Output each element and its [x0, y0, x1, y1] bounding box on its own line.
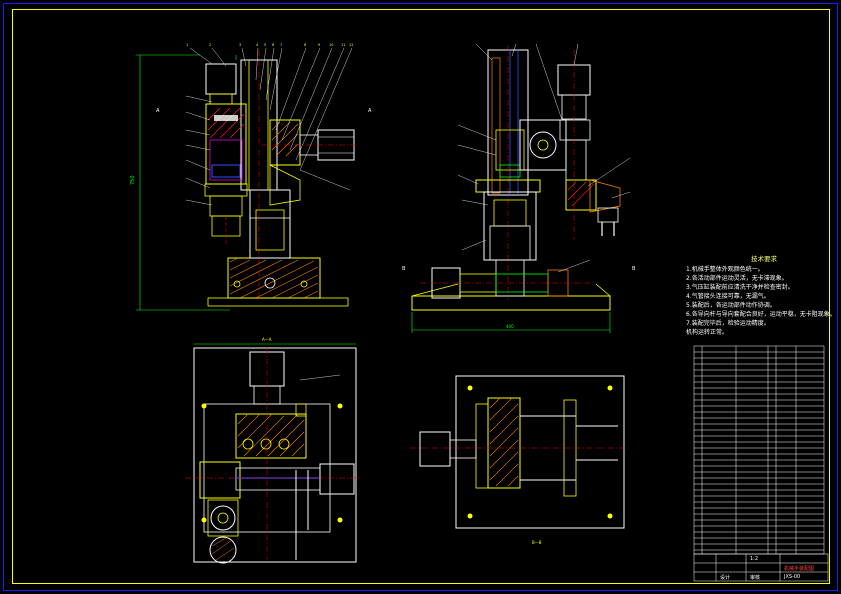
note-line: 1.机械手整体外观颜色统一。 [686, 266, 764, 273]
title-block-check: 审核 [750, 575, 761, 581]
title-block-scale: 1:2 [750, 556, 759, 562]
svg-text:3: 3 [239, 43, 241, 47]
title-block-name: 机械手装配图 [784, 566, 815, 572]
note-line: 6.各导向杆与导向套配合良好，运动平稳，无卡阻现象。 [686, 311, 836, 318]
section-view: B—B [410, 375, 630, 545]
svg-text:1: 1 [186, 43, 188, 47]
title-block-number: JXS-00 [784, 574, 801, 580]
note-line: 3.气压缸装配前应清洗干净并检查密封。 [686, 284, 794, 291]
svg-text:B—B: B—B [532, 540, 542, 545]
side-view: 400 B B [402, 43, 636, 333]
note-line: 机构运转正常。 [686, 329, 729, 336]
svg-text:400: 400 [506, 324, 514, 329]
svg-text:10: 10 [329, 43, 333, 47]
parts-list [693, 345, 825, 555]
svg-text:B: B [632, 266, 636, 272]
note-line: 7.装配完毕后，检验运动精度。 [686, 320, 770, 327]
svg-text:A—A: A—A [262, 337, 272, 342]
title-block-design: 设计 [720, 575, 731, 581]
svg-text:4: 4 [256, 43, 259, 47]
svg-text:A: A [368, 108, 372, 114]
note-line: 4.气管接头连接可靠，无漏气。 [686, 293, 770, 300]
note-line: 5.装配后，各运动部件动作协调。 [686, 302, 776, 309]
svg-text:7: 7 [280, 43, 282, 47]
main-view: 750 1 2 3 4 5 6 7 8 9 10 11 12 A A [130, 43, 372, 311]
svg-text:2: 2 [209, 43, 211, 47]
svg-text:B: B [402, 266, 406, 272]
svg-text:11: 11 [341, 43, 345, 47]
technical-notes: 技术要求 1.机械手整体外观颜色统一。 2.各活动部件运动灵活，无卡滞现象。 3… [686, 255, 836, 337]
top-view: A—A [185, 337, 360, 564]
notes-title: 技术要求 [751, 255, 777, 263]
svg-text:12: 12 [349, 43, 353, 47]
note-line: 2.各活动部件运动灵活，无卡滞现象。 [686, 275, 788, 282]
svg-text:8: 8 [304, 43, 306, 47]
svg-text:9: 9 [318, 43, 320, 47]
svg-text:750: 750 [130, 175, 136, 185]
svg-text:6: 6 [272, 43, 274, 47]
svg-text:5: 5 [264, 43, 266, 47]
svg-text:A: A [156, 108, 160, 114]
